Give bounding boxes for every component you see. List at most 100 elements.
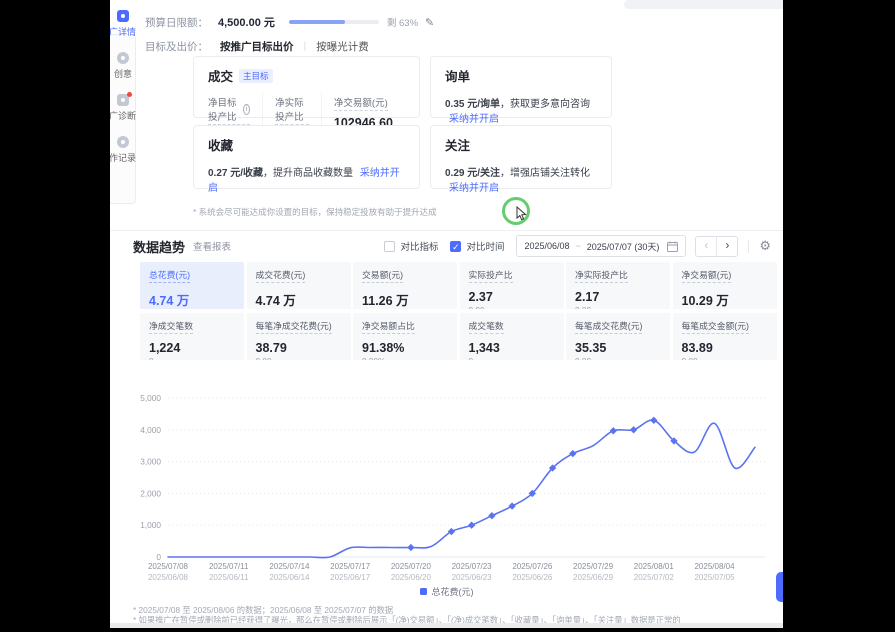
date-start: 2025/06/08: [524, 241, 569, 251]
chart-legend[interactable]: 总花费(元): [110, 585, 783, 598]
metric-card-value: 2.37: [469, 290, 555, 304]
goal-deal-title: 成交: [208, 66, 233, 85]
bottom-edge-strip: [110, 623, 783, 628]
metric-card-label: 交易额(元): [362, 268, 403, 283]
goal-card-deal: 成交 主目标 净目标投产比i2.45✎净实际投产比2.17净交易额(元)1029…: [193, 56, 420, 118]
svg-text:2025/07/26: 2025/07/26: [512, 562, 553, 571]
metric-card-label: 净交易额(元): [682, 268, 732, 283]
goal-card-favorite: 收藏 0.27 元/收藏，提升商品收藏数量 采纳并开启: [193, 125, 420, 189]
tab-bid-by-goal[interactable]: 按推广目标出价: [220, 39, 294, 54]
metric-card-value: 83.89: [682, 341, 768, 355]
metric-card-value: 10.29 万: [682, 290, 768, 309]
metric-card-8[interactable]: 净交易额占比91.38%0.00%: [353, 313, 457, 360]
next-period-button[interactable]: ›: [717, 237, 737, 256]
compare-metric-label: 对比指标: [400, 239, 438, 253]
svg-text:2025/06/11: 2025/06/11: [209, 573, 249, 582]
metric-card-label: 成交笔数: [469, 319, 504, 334]
gear-icon[interactable]: ⚙: [759, 238, 771, 254]
sidebar: 广详情创意广诊断作记录: [110, 10, 136, 178]
goal-follow-adopt-link[interactable]: 采纳并开启: [449, 183, 499, 194]
metric-card-1[interactable]: 成交花费(元)4.74 万0.00: [247, 262, 351, 309]
svg-text:2025/07/29: 2025/07/29: [573, 562, 614, 571]
info-icon[interactable]: i: [243, 104, 250, 115]
controls-divider: [748, 240, 749, 253]
metric-card-compare-value: 0.00: [575, 356, 661, 360]
svg-text:2025/06/29: 2025/06/29: [573, 573, 614, 582]
sidebar-item-detail[interactable]: 广详情: [110, 10, 136, 38]
svg-text:0: 0: [156, 552, 161, 562]
goal-note: * 系统会尽可能达成你设置的目标，保持稳定投放有助于提升达成: [193, 206, 437, 218]
budget-edit-icon[interactable]: ✎: [425, 16, 434, 29]
view-report-link[interactable]: 查看报表: [193, 239, 231, 253]
sidebar-item-history[interactable]: 作记录: [110, 136, 136, 164]
metric-card-value: 11.26 万: [362, 290, 448, 309]
goal-card-deal-title-row: 成交 主目标: [208, 66, 405, 85]
metric-card-2[interactable]: 交易额(元)11.26 万0.00: [353, 262, 457, 309]
goal-follow-title: 关注: [445, 135, 470, 154]
svg-text:2025/07/02: 2025/07/02: [634, 573, 675, 582]
top-toolbar-remnant: [624, 0, 783, 9]
goal-inquiry-title: 询单: [445, 66, 470, 85]
metric-card-compare-value: 0.00: [469, 305, 555, 309]
sidebar-item-label: 创意: [110, 67, 136, 80]
metric-card-0[interactable]: 总花费(元)4.74 万0.00: [140, 262, 244, 309]
metric-card-value: 2.17: [575, 290, 661, 304]
sidebar-item-diagnosis[interactable]: 广诊断: [110, 94, 136, 122]
goal-inquiry-desc-text: ，获取更多意向咨询: [500, 99, 590, 110]
date-end: 2025/07/07 (30天): [587, 240, 660, 253]
metric-card-value: 91.38%: [362, 341, 448, 355]
section-divider: [110, 230, 783, 231]
metric-card-9[interactable]: 成交笔数 1,3430: [460, 313, 564, 360]
sidebar-item-label: 广诊断: [110, 109, 136, 122]
svg-text:2025/06/20: 2025/06/20: [391, 573, 432, 582]
metric-card-label: 净成交笔数: [149, 319, 193, 334]
deal-metric-label: 净交易额(元): [334, 95, 388, 111]
goal-follow-desc: 0.29 元/关注，增强店铺关注转化 采纳并开启: [445, 164, 597, 194]
floating-side-button[interactable]: [776, 572, 783, 602]
date-separator: ~: [576, 241, 581, 251]
compare-metric-checkbox[interactable]: [384, 241, 395, 252]
svg-text:2025/07/17: 2025/07/17: [330, 562, 371, 571]
svg-text:1,000: 1,000: [140, 520, 161, 530]
metric-card-7[interactable]: 每笔净成交花费(元)38.790.00: [247, 313, 351, 360]
metric-card-11[interactable]: 每笔成交金额(元)83.890.00: [673, 313, 777, 360]
sidebar-item-creative[interactable]: 创意: [110, 52, 136, 80]
goal-inquiry-adopt-link[interactable]: 采纳并开启: [449, 114, 499, 125]
metric-card-value: 35.35: [575, 341, 661, 355]
diagnosis-icon: [117, 94, 129, 106]
metric-card-4[interactable]: 净实际投产比2.170.00: [566, 262, 670, 309]
metric-card-value: 38.79: [256, 341, 342, 355]
mouse-cursor-icon: [516, 206, 528, 221]
trend-controls: 对比指标 ✓ 对比时间 2025/06/08 ~ 2025/07/07 (30天…: [384, 235, 771, 257]
metric-card-6[interactable]: 净成交笔数1,2240: [140, 313, 244, 360]
date-range-picker[interactable]: 2025/06/08 ~ 2025/07/07 (30天): [516, 235, 686, 257]
tab-bid-by-exposure[interactable]: 按曝光计费: [316, 39, 369, 54]
svg-text:2025/06/26: 2025/06/26: [512, 573, 553, 582]
svg-text:2025/06/14: 2025/06/14: [269, 573, 310, 582]
bidding-row: 目标及出价： 按推广目标出价 | 按曝光计费: [145, 38, 369, 54]
budget-label: 预算日限额：: [145, 15, 208, 30]
svg-text:2,000: 2,000: [140, 488, 161, 498]
budget-remaining: 剩 63%: [387, 15, 418, 29]
svg-text:2025/08/01: 2025/08/01: [634, 562, 675, 571]
tab-separator: |: [304, 40, 307, 52]
budget-progress-fill: [289, 20, 345, 24]
metric-card-compare-value: 0: [469, 356, 555, 360]
metric-card-10[interactable]: 每笔成交花费(元)35.350.00: [566, 313, 670, 360]
sidebar-item-label: 广详情: [110, 25, 136, 38]
budget-row: 预算日限额： 4,500.00 元 剩 63% ✎: [145, 14, 434, 30]
metric-card-3[interactable]: 实际投产比2.370.00: [460, 262, 564, 309]
metric-card-compare-value: 0.00: [256, 356, 342, 360]
metric-card-5[interactable]: 净交易额(元)10.29 万0.00: [673, 262, 777, 309]
metric-card-grid: 总花费(元)4.74 万0.00成交花费(元)4.74 万0.00 交易额(元) 1…: [140, 262, 778, 360]
compare-time-checkbox[interactable]: ✓: [450, 241, 461, 252]
svg-text:2025/06/17: 2025/06/17: [330, 573, 371, 582]
trend-header: 数据趋势 查看报表 对比指标 ✓ 对比时间 2025/06/08 ~ 2025/…: [133, 235, 771, 257]
svg-text:4,000: 4,000: [140, 425, 161, 435]
history-icon: [117, 136, 129, 148]
metric-card-value: 1,343: [469, 341, 555, 355]
notification-dot: [127, 92, 132, 97]
prev-period-button[interactable]: ‹: [696, 237, 717, 256]
metric-card-value: 4.74 万: [256, 290, 342, 309]
metric-card-label: 每笔成交金额(元): [682, 319, 749, 334]
